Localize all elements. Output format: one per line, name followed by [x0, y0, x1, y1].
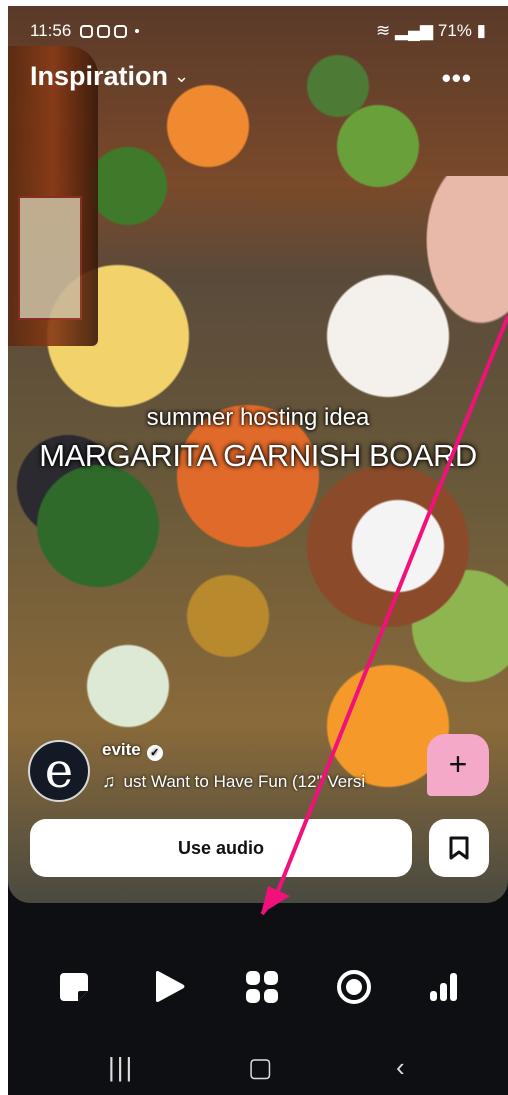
annotation-arrow — [260, 315, 508, 916]
phone-screen: 11:56 ≋ ▂▄▆ 71% ▮ Inspiration ⌄ ••• summe… — [8, 6, 508, 1095]
